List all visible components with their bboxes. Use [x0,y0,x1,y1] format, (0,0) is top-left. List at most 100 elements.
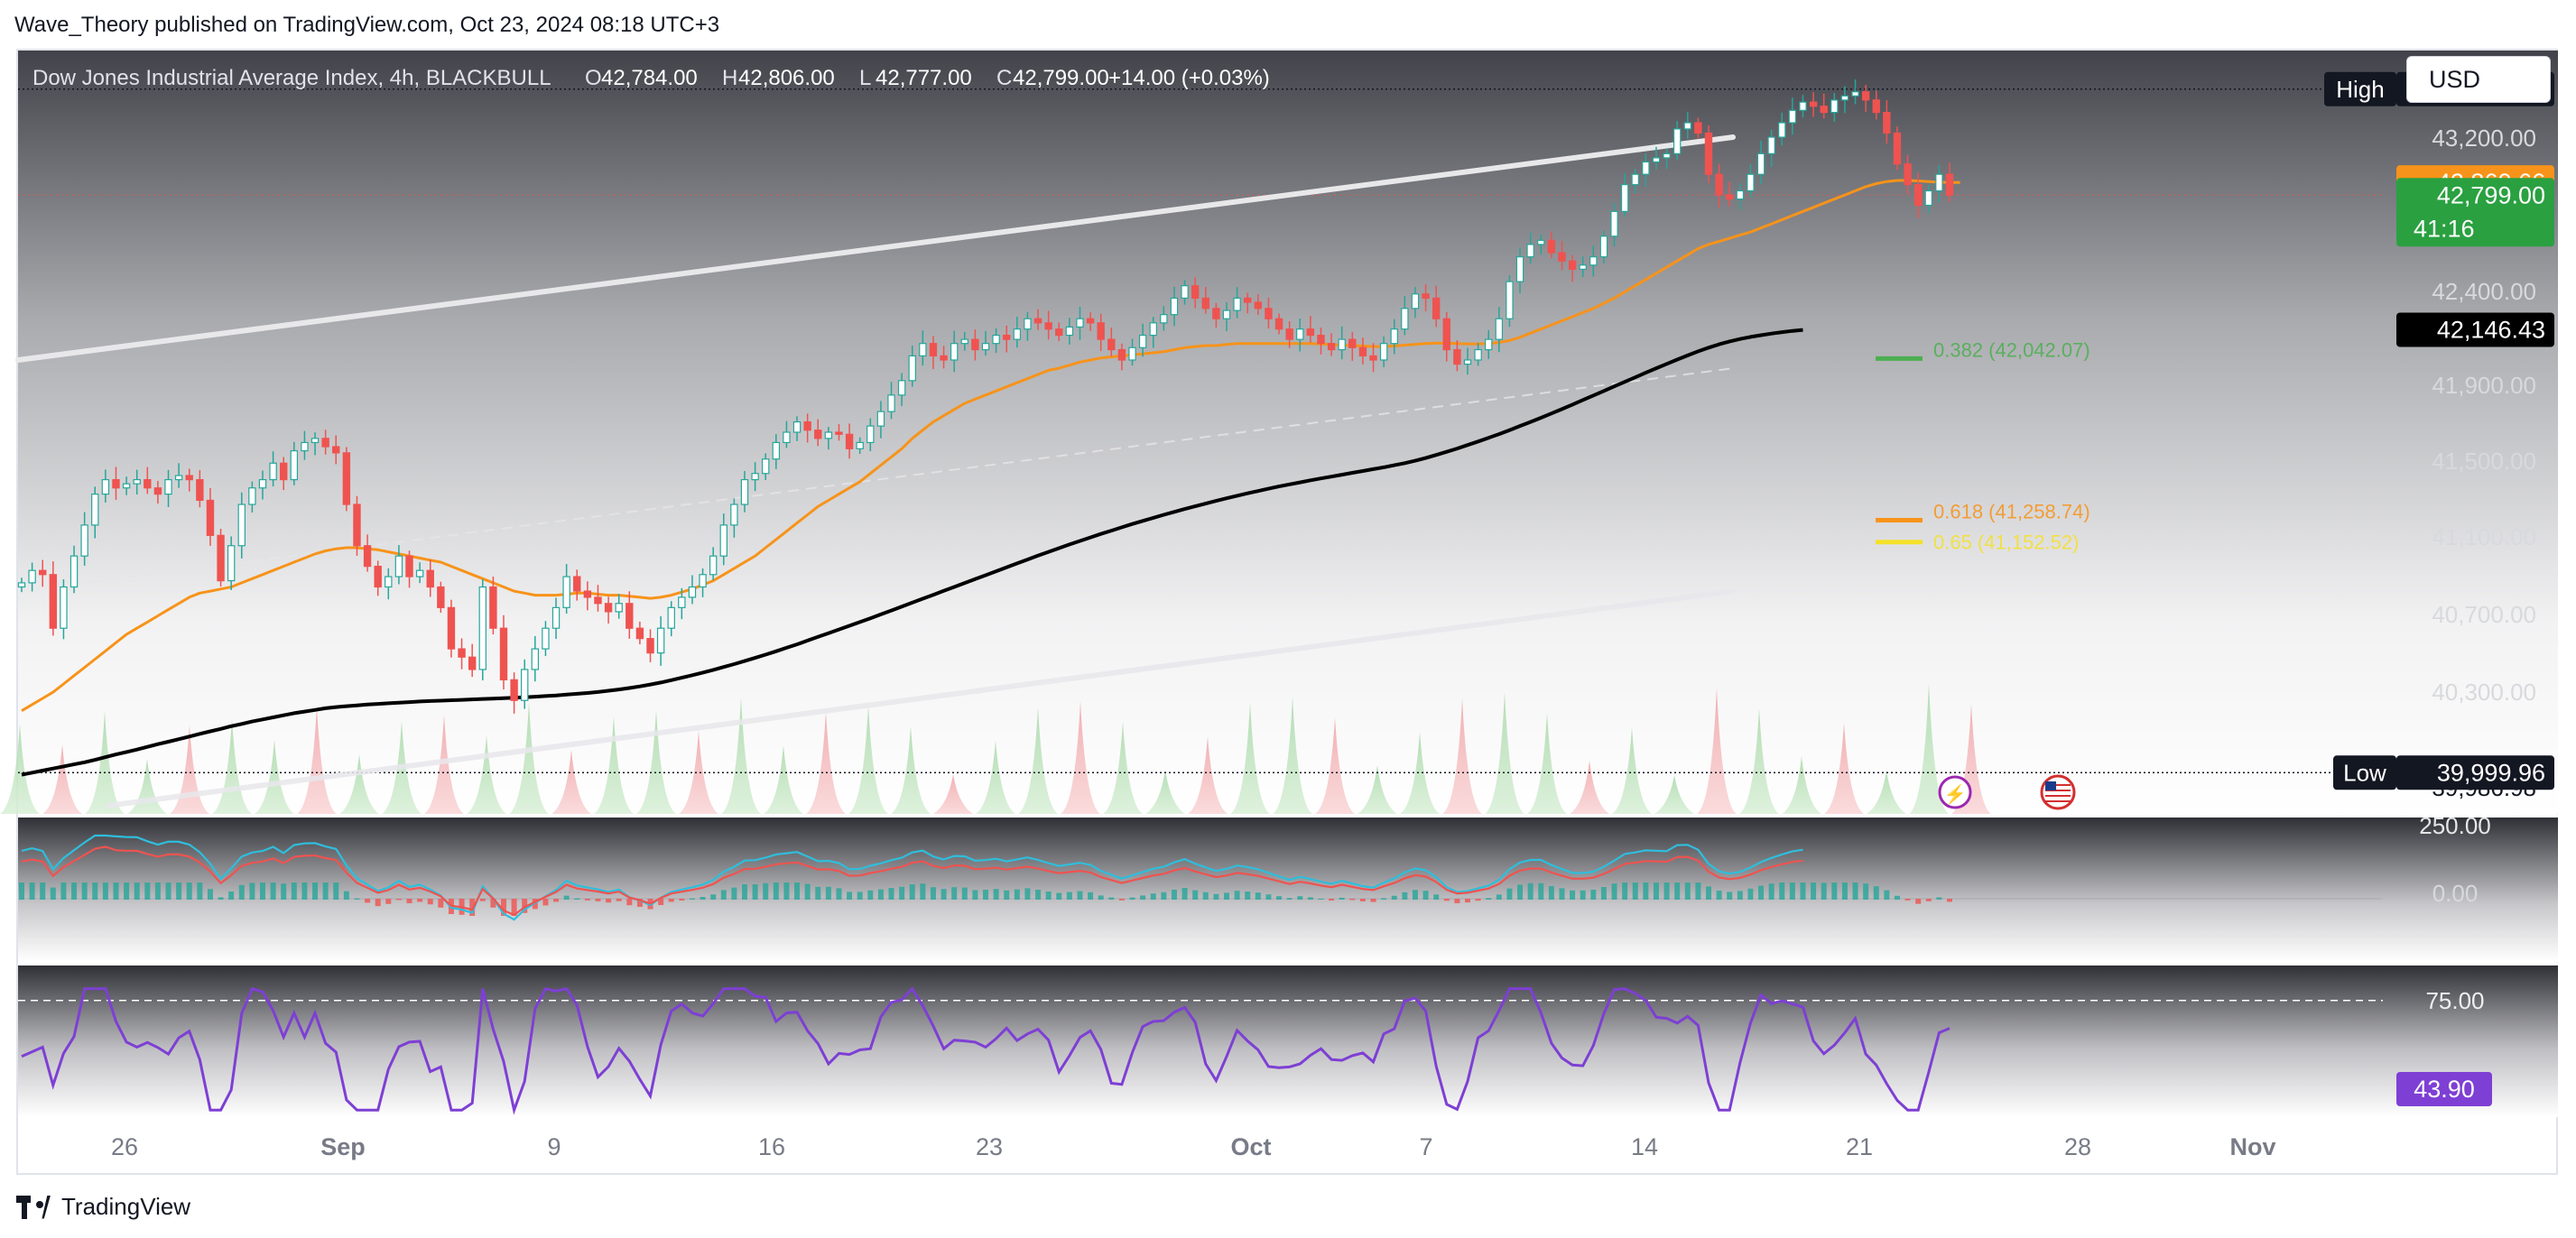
macd-histogram-bar [81,882,88,900]
price-change: +14.00 (+0.03%) [1108,66,1270,90]
rsi-value-tag: 43.90 [2414,1076,2475,1103]
macd-histogram-bar [1643,882,1649,900]
macd-histogram-bar [920,883,926,900]
time-axis-tick: 9 [547,1133,561,1160]
macd-histogram-bar [301,882,308,900]
macd-histogram-bar [29,882,35,900]
candle-body [992,334,1000,345]
macd-histogram-bar [1433,894,1440,900]
macd-histogram-bar [574,898,580,900]
macd-histogram-bar [961,887,968,900]
macd-histogram-bar [1611,883,1617,900]
candle-body [960,338,968,345]
candle-body [310,438,320,444]
candle-body [1369,355,1377,361]
macd-histogram-bar [1789,882,1795,900]
currency-button[interactable]: USD [2406,56,2551,103]
macd-histogram-bar [260,882,265,900]
price-axis-tick: 41,500.00 [2432,448,2536,475]
tradingview-logo[interactable]: TradingView [16,1193,190,1221]
candle-body [248,487,256,505]
macd-histogram-bar [794,882,801,900]
macd-histogram-bar [1297,896,1303,900]
candle-body [1652,157,1661,163]
macd-histogram-bar [1758,885,1765,900]
candle-body [1704,132,1713,175]
macd-histogram-bar [1600,887,1607,900]
candle-body [1327,343,1336,351]
macd-histogram-bar [1747,888,1754,900]
macd-histogram-bar [291,882,297,900]
candle-body [699,574,707,588]
candle-body [1390,328,1398,345]
candle-body [625,603,634,629]
candle-body [1809,101,1818,107]
candle-body [1432,297,1441,319]
candle-body [80,524,88,557]
macd-histogram-bar [134,882,140,900]
macd-histogram-bar [941,889,947,900]
macd-histogram-bar [1716,891,1722,900]
macd-histogram-bar [1402,892,1408,900]
macd-histogram-bar [1265,894,1272,900]
chart-canvas[interactable]: 0.382 (42,042.07) 0.618 (41,258.74) 0.65 (… [0,0,2576,1238]
candle-body [1861,91,1870,101]
macd-histogram-bar [825,886,831,900]
candle-body [1170,297,1179,316]
candle-body [101,478,110,495]
candle-body [227,545,236,582]
time-axis-tick: Nov [2229,1133,2275,1160]
macd-histogram-bar [238,884,245,900]
macd-histogram-bar [395,899,402,901]
macd-histogram-bar [1486,898,1492,900]
candle-body [1138,334,1147,348]
ohlc-label: O [585,66,602,90]
candle-body [290,449,299,481]
candle-body [91,493,99,526]
symbol-legend: Dow Jones Industrial Average Index, 4h, … [32,66,1270,90]
macd-histogram-bar [700,897,706,900]
macd-histogram-bar [176,882,182,900]
macd-histogram-bar [1506,888,1513,900]
us-flag-icon [2040,774,2076,810]
candle-body [332,446,340,454]
macd-axis-tick: 0.00 [2432,880,2479,907]
macd-histogram-bar [1821,882,1827,900]
rsi-axis-tick: 75.00 [2425,987,2484,1014]
candle-body [1726,194,1734,200]
candle-body [950,343,959,361]
candle-body [573,576,581,592]
candle-body [1306,328,1315,337]
macd-histogram-bar [584,899,590,901]
time-axis-tick: Oct [1230,1133,1271,1160]
macd-histogram-bar [1947,899,1952,902]
candle-body [258,478,267,489]
macd-histogram-bar [385,899,392,904]
macd-histogram-bar [857,892,863,900]
candle-body [1265,308,1273,319]
candle-body [824,431,833,439]
macd-histogram-bar [1590,890,1597,900]
macd-histogram-bar [1632,882,1638,900]
macd-histogram-bar [124,882,130,900]
candle-body [28,569,36,584]
candle-body [342,452,351,505]
macd-histogram-bar [1066,892,1072,900]
symbol-name: Dow Jones Industrial Average Index, 4h, … [32,66,551,90]
candle-body [510,679,518,701]
candle-body [719,524,727,557]
candle-body [269,462,277,481]
price-axis-tick: 43,200.00 [2432,125,2536,152]
ohlc-value: 42,799.00 [1013,66,1109,90]
macd-histogram-bar [1894,895,1900,900]
candle-body [551,606,561,629]
candle-body [1338,338,1346,351]
candle-body [740,478,749,505]
candle-body [1422,293,1430,299]
candle-body [971,338,979,351]
candle-body [1820,106,1828,114]
candle-body [1642,161,1650,175]
candle-body [772,441,781,460]
candle-body [908,355,916,382]
price-axis-tick: 41,900.00 [2432,372,2536,399]
